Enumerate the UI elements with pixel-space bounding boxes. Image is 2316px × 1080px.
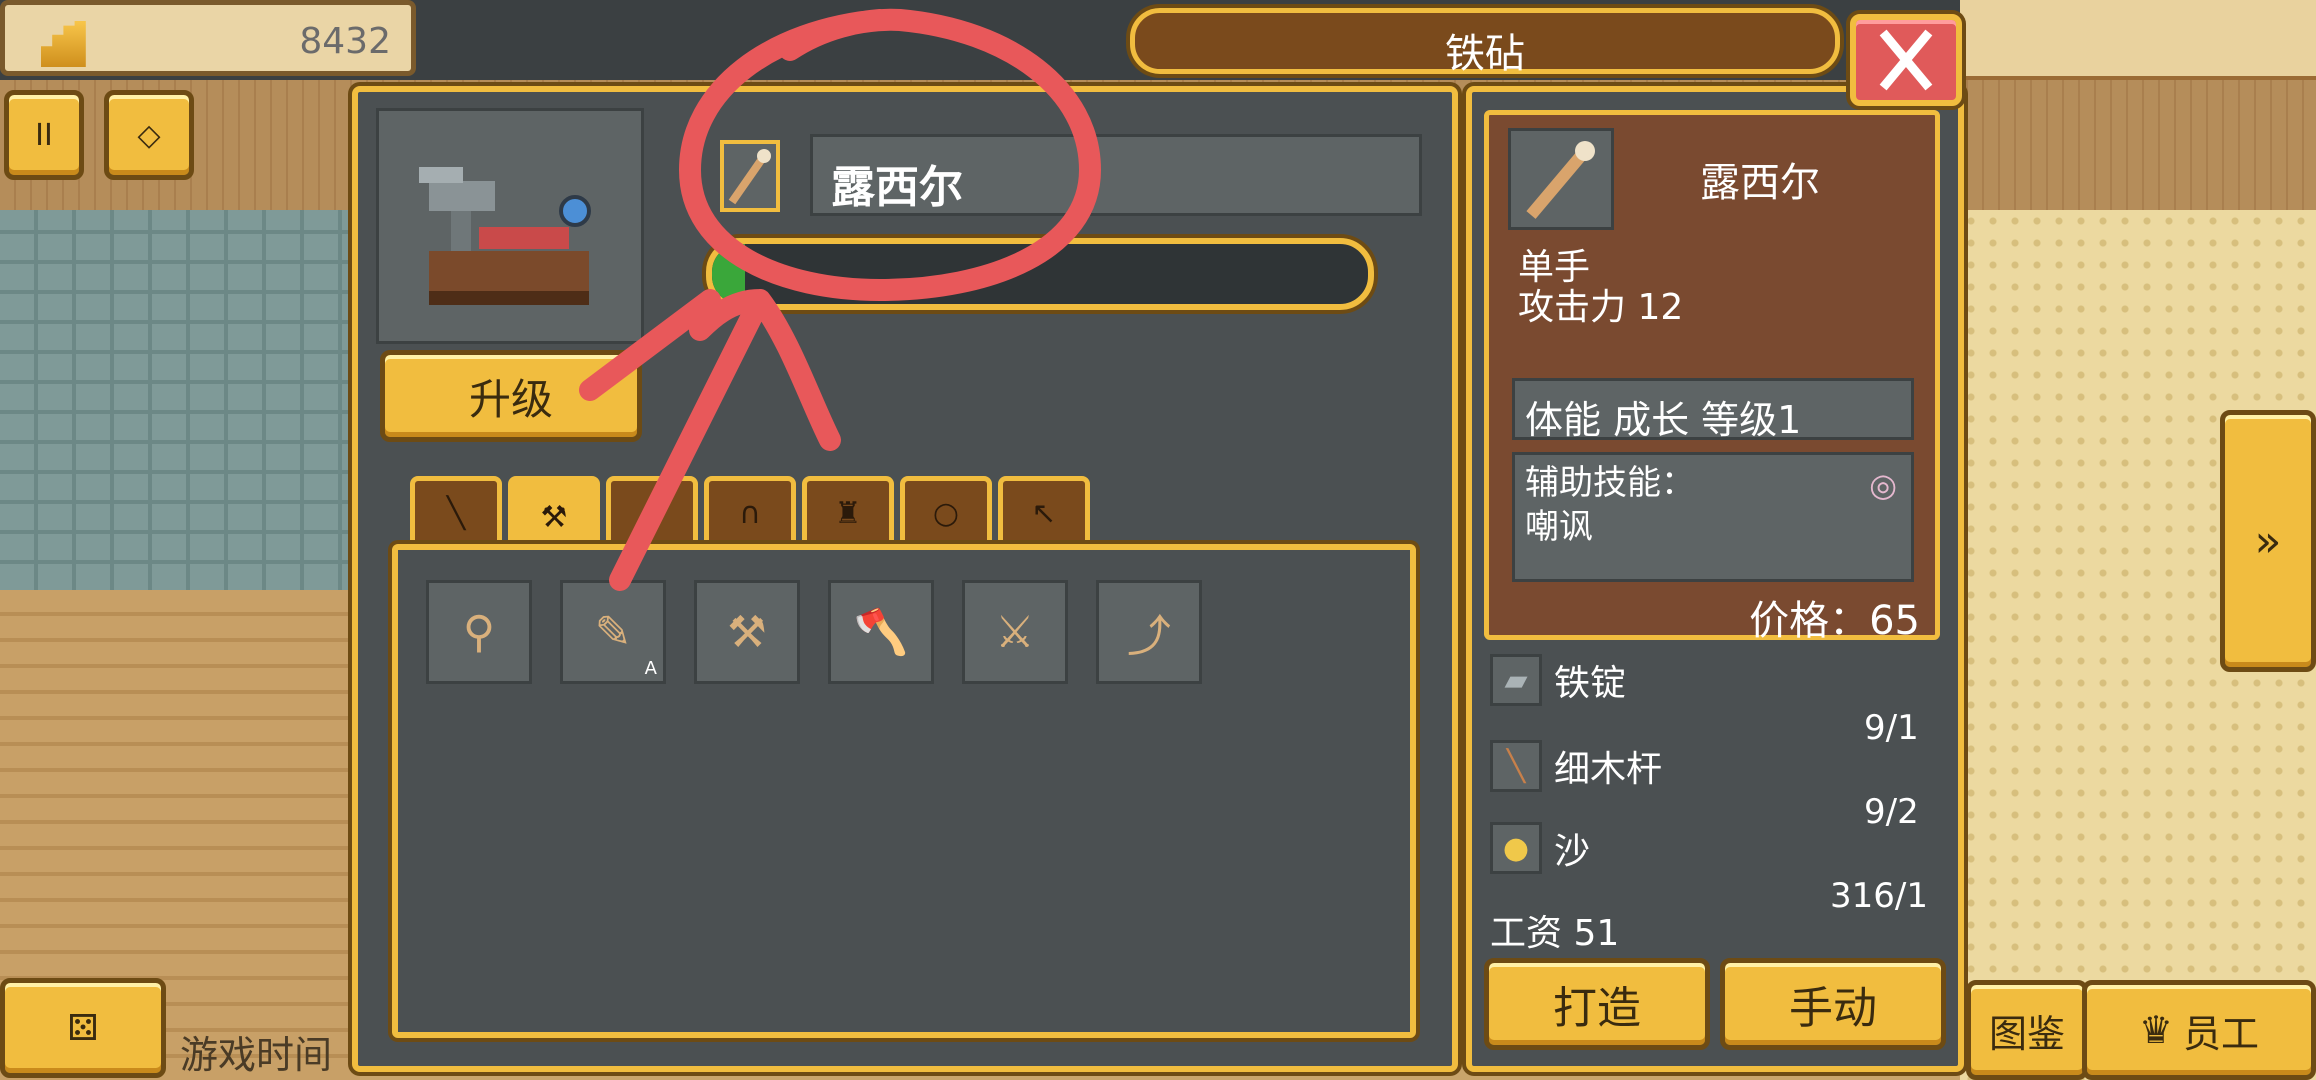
material-count: 316/1 — [1830, 876, 1928, 916]
window-title: 铁砧 — [1445, 31, 1525, 77]
hammer-icon: ⚒ — [727, 606, 767, 658]
wage-label: 工资 51 — [1490, 913, 1620, 954]
material-row: ╲ 细木杆 — [1490, 740, 1662, 792]
item-slot-axe[interactable]: 🪓 — [828, 580, 934, 684]
material-name: 细木杆 — [1554, 749, 1663, 790]
upgrade-button[interactable]: 升级 — [380, 350, 642, 442]
target-icon: ◎ — [1869, 466, 1897, 504]
wood-stick-icon: ╲ — [1490, 740, 1542, 792]
tab-helmet[interactable]: ∩ — [704, 476, 796, 546]
item-info-growth: 体能 成长 等级1 — [1512, 378, 1914, 442]
spiked-club-icon — [1526, 141, 1595, 219]
sand-icon: ● — [1490, 822, 1542, 874]
gem-button[interactable]: ◇ — [104, 90, 194, 180]
material-row: ▰ 铁锭 — [1490, 654, 1626, 706]
item-badge: A — [644, 658, 657, 679]
tab-ring[interactable]: ○ — [900, 476, 992, 546]
pause-button[interactable]: II — [4, 90, 84, 180]
material-name: 沙 — [1554, 831, 1591, 872]
craft-progress-bar — [706, 238, 1374, 310]
tab-empty[interactable] — [606, 476, 698, 546]
material-row: ● 沙 — [1490, 822, 1590, 874]
coin-stack-icon — [41, 21, 86, 67]
item-slot-hammer[interactable]: ⚒ — [694, 580, 800, 684]
gem-icon: ◇ — [137, 117, 161, 153]
tab-armor[interactable]: ♜ — [802, 476, 894, 546]
craft-progress-fill — [712, 244, 745, 304]
item-name-input[interactable]: 露西尔 — [810, 134, 1422, 216]
spiked-club-icon — [728, 149, 771, 205]
mace-icon: ⚲ — [462, 606, 496, 658]
spiked-club-icon: ✎ — [594, 606, 632, 658]
ring-icon: ○ — [932, 496, 960, 531]
anvil-icon — [419, 167, 591, 305]
armor-icon: ♜ — [834, 496, 862, 531]
coin-value: 8432 — [299, 21, 391, 62]
tab-sword[interactable]: ╲ — [410, 476, 502, 546]
item-slot-battle-axe[interactable]: ⚔ — [962, 580, 1068, 684]
material-count: 9/2 — [1864, 792, 1919, 832]
manual-button[interactable]: 手动 — [1720, 958, 1946, 1050]
item-price: 价格：65 — [1749, 598, 1920, 644]
guide-button[interactable]: 图鉴 — [1966, 980, 2088, 1080]
dice-icon: ⚄ — [67, 1007, 99, 1049]
item-grid: ⚲ ✎ A ⚒ 🪓 ⚔ ⤴ — [392, 544, 1416, 1038]
sword-icon: ╲ — [446, 496, 466, 531]
close-button[interactable] — [1850, 14, 1962, 106]
staff-button[interactable]: ♛ 员工 — [2082, 980, 2316, 1080]
helmet-icon: ∩ — [739, 496, 761, 531]
next-page-button[interactable]: » — [2220, 410, 2316, 672]
item-icon-small — [720, 140, 780, 212]
anvil-image — [376, 108, 644, 344]
item-info-name: 露西尔 — [1700, 160, 1820, 206]
iron-ingot-icon: ▰ — [1490, 654, 1542, 706]
craft-button[interactable]: 打造 — [1484, 958, 1710, 1050]
category-tabs: ╲ ⚒ ∩ ♜ ○ ↖ — [410, 476, 1090, 554]
axe-icon: 🪓 — [853, 607, 909, 658]
item-slot-spiked-club[interactable]: ✎ A — [560, 580, 666, 684]
tab-pickaxe[interactable]: ↖ — [998, 476, 1090, 546]
item-info-skill: 辅助技能： 嘲讽 ◎ — [1512, 452, 1914, 582]
background-stone — [0, 210, 360, 590]
background-topright-bar — [1960, 0, 2316, 80]
close-icon — [1879, 29, 1933, 91]
crown-icon: ♛ — [2138, 1008, 2174, 1052]
axe-icon: ⚒ — [540, 500, 568, 535]
scythe-icon: ⤴ — [1127, 611, 1171, 662]
item-info-attack: 攻击力 12 — [1518, 287, 1684, 328]
pickaxe-icon: ↖ — [1031, 496, 1057, 531]
battle-axe-icon: ⚔ — [995, 606, 1035, 658]
material-name: 铁锭 — [1554, 663, 1627, 704]
window-title-bar: 铁砧 — [1130, 8, 1840, 77]
dice-button[interactable]: ⚄ — [0, 978, 166, 1078]
tab-axe[interactable]: ⚒ — [508, 476, 600, 554]
item-info-icon — [1508, 128, 1614, 230]
coin-counter: 8432 — [0, 0, 416, 76]
item-slot-scythe[interactable]: ⤴ — [1096, 580, 1202, 684]
skill-name: 嘲讽 — [1525, 507, 1593, 547]
material-count: 9/1 — [1864, 708, 1919, 748]
item-slot-mace[interactable]: ⚲ — [426, 580, 532, 684]
game-time-label: 游戏时间 — [180, 1033, 333, 1077]
double-chevron-right-icon: » — [2254, 515, 2282, 567]
skill-label: 辅助技能： — [1525, 463, 1695, 503]
